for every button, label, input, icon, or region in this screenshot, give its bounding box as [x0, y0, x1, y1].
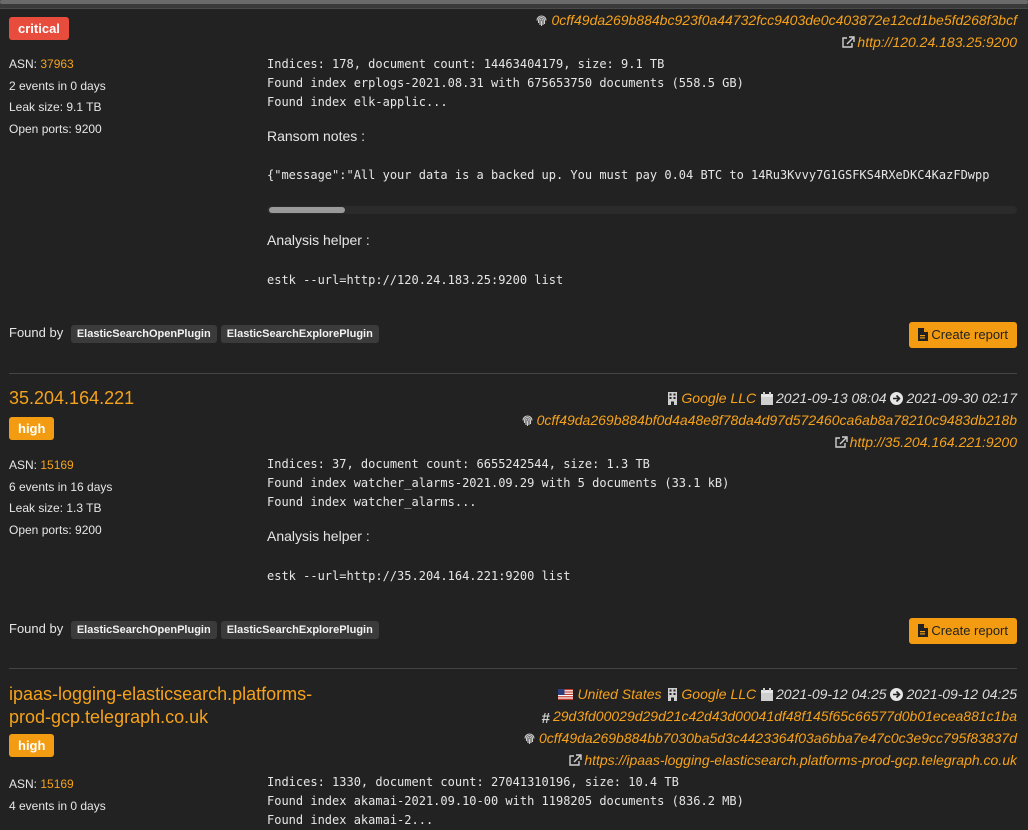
events-count: 2 events in 0 days [9, 78, 106, 93]
found-by-label: Found by [9, 621, 64, 636]
plugin-tag[interactable]: ElasticSearchOpenPlugin [70, 325, 217, 343]
external-link-icon [834, 433, 848, 448]
entry-meta: United States Google LLC 2021-09-12 04:2… [523, 683, 1017, 771]
ransom-note-scrollbar[interactable] [267, 206, 1017, 214]
summary-line: Found index watcher_alarms-2021.09.29 wi… [267, 476, 730, 490]
summary-line: Indices: 1330, document count: 270413101… [267, 775, 679, 789]
service-url-link[interactable]: http://35.204.164.221:9200 [850, 434, 1017, 450]
window-scrollbar[interactable] [0, 0, 1028, 9]
first-seen: 2021-09-13 08:04 [776, 390, 887, 406]
scrollbar-thumb[interactable] [0, 0, 1028, 4]
severity-badge: high [9, 734, 55, 757]
entry-title-line: ipaas-logging-elasticsearch.platforms- [9, 684, 313, 704]
severity-badge: critical [9, 17, 69, 40]
external-link-icon [841, 33, 856, 48]
summary-text: Indices: 178, document count: 1446340417… [267, 55, 744, 112]
calendar-icon [760, 389, 774, 405]
leak-size: Leak size: 9.1 TB [9, 100, 102, 114]
events-count: 4 events in 0 days [9, 798, 106, 813]
entry-divider [9, 668, 1017, 669]
entry-divider [9, 373, 1017, 374]
summary-line: Found index watcher_alarms... [267, 495, 477, 509]
create-report-label: Create report [931, 327, 1008, 342]
asn-label: ASN: [9, 57, 38, 71]
fingerprint-link[interactable]: 0cff49da269b884bf0d4a48e8f78da4d97d57246… [537, 412, 1017, 428]
analysis-command: estk --url=http://120.24.183.25:9200 lis… [267, 273, 564, 287]
asn-label: ASN: [9, 458, 38, 472]
analysis-command: estk --url=http://35.204.164.221:9200 li… [267, 569, 571, 583]
asn-link[interactable]: 15169 [40, 777, 73, 791]
asn-link[interactable]: 37963 [40, 57, 73, 71]
arrow-circle-right-icon [890, 389, 904, 405]
scrollbar-thumb[interactable] [269, 207, 345, 213]
found-by: Found by ElasticSearchOpenPlugin ElasticS… [9, 621, 379, 639]
building-icon [665, 389, 678, 405]
ransom-notes-label: Ransom notes : [267, 128, 366, 144]
summary-line: Found index elk-applic... [267, 95, 448, 109]
summary-text: Indices: 1330, document count: 270413101… [267, 773, 744, 830]
open-ports: Open ports: 9200 [9, 121, 102, 136]
analysis-helper-label: Analysis helper : [267, 232, 370, 248]
file-pdf-icon [917, 324, 929, 341]
last-seen: 2021-09-30 02:17 [906, 390, 1017, 406]
fingerprint-icon [521, 411, 534, 426]
fingerprint-link[interactable]: 0cff49da269b884bb7030ba5d3c4423364f03a6b… [539, 730, 1017, 746]
asn-label: ASN: [9, 777, 38, 791]
entry-title-link[interactable]: ipaas-logging-elasticsearch.platforms- p… [9, 683, 312, 729]
entry-title-link[interactable]: 35.204.164.221 [9, 387, 134, 410]
found-by-label: Found by [9, 325, 64, 340]
create-report-button[interactable]: Create report [909, 322, 1017, 348]
fingerprint-icon [535, 11, 548, 26]
summary-line: Found index akamai-2... [267, 813, 434, 827]
create-report-button[interactable]: Create report [909, 618, 1017, 644]
last-seen: 2021-09-12 04:25 [906, 686, 1017, 702]
country-link[interactable]: United States [577, 686, 661, 702]
open-ports: Open ports: 9200 [9, 522, 102, 537]
fingerprint-icon [523, 729, 536, 744]
entry-stats: ASN: 15169 4 events in 0 days [9, 774, 106, 817]
calendar-icon [760, 685, 774, 701]
events-count: 6 events in 16 days [9, 479, 113, 494]
summary-line: Indices: 37, document count: 6655242544,… [267, 457, 650, 471]
entry-stats: ASN: 37963 2 events in 0 days Leak size:… [9, 54, 106, 140]
file-pdf-icon [917, 620, 929, 637]
arrow-circle-right-icon [890, 685, 904, 701]
entry-title-line: prod-gcp.telegraph.co.uk [9, 707, 209, 727]
flag-us-icon [558, 684, 574, 700]
hash-icon: # [541, 710, 550, 727]
entry-meta: Google LLC 2021-09-13 08:04 2021-09-30 0… [521, 387, 1017, 453]
severity-badge: high [9, 417, 55, 440]
summary-text: Indices: 37, document count: 6655242544,… [267, 455, 729, 512]
service-url-link[interactable]: http://120.24.183.25:9200 [857, 34, 1017, 50]
ransom-note-text: {"message":"All your data is a backed up… [267, 168, 990, 182]
summary-line: Found index erplogs-2021.08.31 with 6756… [267, 76, 744, 90]
building-icon [665, 685, 678, 701]
service-url-link[interactable]: https://ipaas-logging-elasticsearch.plat… [584, 752, 1017, 768]
external-link-icon [568, 751, 583, 766]
found-by: Found by ElasticSearchOpenPlugin ElasticS… [9, 325, 379, 343]
org-link[interactable]: Google LLC [681, 686, 756, 702]
analysis-helper-label: Analysis helper : [267, 528, 370, 544]
create-report-label: Create report [931, 623, 1008, 638]
entry-meta: 0cff49da269b884bc923f0a44732fcc9403de0c4… [535, 9, 1017, 53]
plugin-tag[interactable]: ElasticSearchExplorePlugin [220, 621, 379, 639]
first-seen: 2021-09-12 04:25 [776, 686, 887, 702]
summary-line: Indices: 178, document count: 1446340417… [267, 57, 665, 71]
leak-size: Leak size: 1.3 TB [9, 501, 102, 515]
plugin-tag[interactable]: ElasticSearchExplorePlugin [220, 325, 379, 343]
hash-link[interactable]: 29d3fd00029d29d21c42d43d00041df48f145f65… [553, 708, 1017, 724]
org-link[interactable]: Google LLC [681, 390, 756, 406]
summary-line: Found index akamai-2021.09.10-00 with 11… [267, 794, 744, 808]
asn-link[interactable]: 15169 [40, 458, 73, 472]
fingerprint-link[interactable]: 0cff49da269b884bc923f0a44732fcc9403de0c4… [551, 12, 1017, 28]
plugin-tag[interactable]: ElasticSearchOpenPlugin [70, 621, 217, 639]
entry-stats: ASN: 15169 6 events in 16 days Leak size… [9, 455, 112, 541]
